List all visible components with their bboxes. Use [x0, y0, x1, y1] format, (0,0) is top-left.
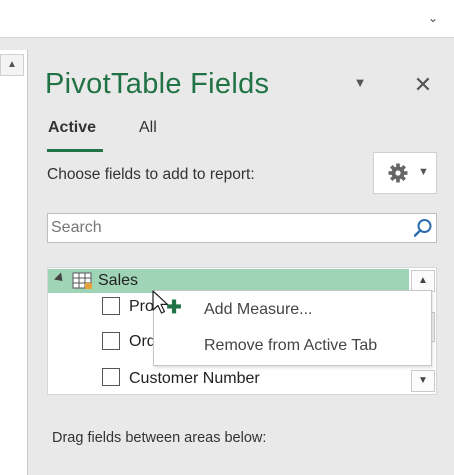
chevron-down-icon[interactable]: ▼ — [418, 165, 430, 179]
triangle-down-icon[interactable]: ▼ — [352, 76, 368, 90]
instruction-text: Choose fields to add to report: — [47, 166, 255, 183]
search-input[interactable] — [49, 215, 399, 241]
search-icon[interactable] — [412, 217, 434, 239]
menu-item-add-measure[interactable]: Add Measure... — [204, 301, 313, 319]
drag-hint-text: Drag fields between areas below: — [52, 430, 267, 446]
chevron-down-icon[interactable]: ⌄ — [426, 11, 440, 25]
mouse-cursor-icon — [152, 290, 169, 314]
field-checkbox[interactable] — [102, 297, 120, 315]
list-scroll-down-button[interactable]: ▼ — [411, 370, 435, 392]
formula-bar[interactable] — [0, 0, 454, 38]
list-scroll-up-button[interactable]: ▲ — [411, 270, 435, 292]
table-name[interactable]: Sales — [98, 272, 138, 290]
menu-item-remove-from-active-tab[interactable]: Remove from Active Tab — [204, 337, 377, 355]
field-label[interactable]: Pro — [129, 298, 154, 316]
sheet-scroll-up-button[interactable]: ▲ — [0, 54, 24, 76]
sheet-area[interactable] — [0, 50, 28, 475]
gear-icon[interactable] — [386, 161, 410, 185]
pane-title: PivotTable Fields — [45, 68, 270, 100]
field-checkbox[interactable] — [102, 368, 120, 386]
tab-all[interactable]: All — [139, 119, 157, 137]
table-icon — [72, 272, 92, 289]
field-label[interactable]: Customer Number — [129, 370, 260, 388]
field-checkbox[interactable] — [102, 332, 120, 350]
pivottable-fields-pane — [32, 50, 454, 475]
tab-active[interactable]: Active — [48, 119, 96, 137]
field-label[interactable]: Ord — [129, 333, 156, 351]
close-icon[interactable]: ✕ — [410, 72, 436, 98]
active-tab-indicator — [47, 149, 103, 152]
